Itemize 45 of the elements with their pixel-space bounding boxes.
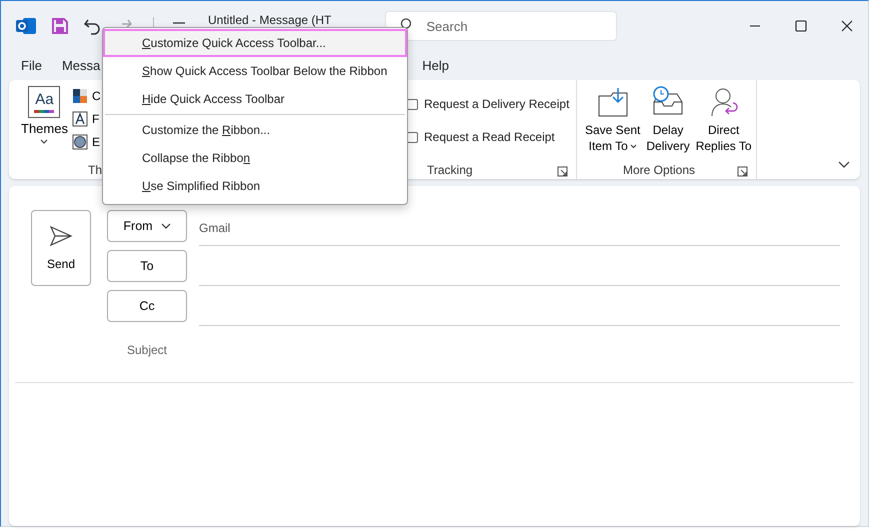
menu-item[interactable]: Use Simplified Ribbon	[103, 172, 407, 200]
theme-icon: Aa	[28, 86, 60, 118]
close-icon[interactable]	[840, 19, 854, 33]
ribbon-button[interactable]: Save Sent Item To	[583, 84, 642, 163]
chevron-down-icon[interactable]	[838, 161, 850, 169]
ribbon-button[interactable]: Direct Replies To	[694, 84, 754, 163]
send-button[interactable]: Send	[31, 210, 91, 286]
caret-icon	[40, 139, 48, 145]
window-title: Untitled - Message (HT	[208, 13, 332, 27]
ribbon-item[interactable]: F	[72, 111, 101, 127]
ribbon-item[interactable]: E	[72, 134, 101, 150]
font-icon	[72, 111, 88, 127]
checkbox-label[interactable]: Request a Delivery Receipt	[424, 97, 570, 111]
themes-button[interactable]: Aa Themes	[17, 84, 72, 163]
ribbon-button[interactable]: Delay Delivery	[644, 84, 692, 163]
circle-icon	[72, 134, 88, 150]
folder-arrow-icon	[596, 86, 630, 118]
group-label: More Options	[623, 163, 696, 177]
checkbox[interactable]	[407, 132, 418, 142]
menu-item[interactable]: Hide Quick Access Toolbar	[103, 85, 407, 113]
caret-icon	[160, 223, 171, 229]
send-icon	[49, 225, 73, 247]
group-label: Tracking	[427, 163, 473, 177]
checkbox-label[interactable]: Request a Read Receipt	[424, 130, 555, 144]
checkbox[interactable]	[407, 98, 418, 110]
ribbon-tab[interactable]: Help	[416, 58, 455, 72]
dialog-launcher-icon[interactable]	[557, 166, 568, 176]
menu-item[interactable]: Collapse the Ribbon	[103, 144, 407, 172]
cc-button[interactable]: Cc	[107, 290, 187, 322]
from-value: Gmail	[199, 220, 230, 234]
ribbon-item[interactable]: C	[72, 88, 101, 104]
menu-item[interactable]: Customize Quick Access Toolbar...	[103, 29, 407, 57]
save-icon[interactable]	[51, 17, 69, 35]
search-field[interactable]: Search	[385, 11, 618, 41]
dialog-launcher-icon[interactable]	[737, 166, 748, 176]
ribbon-tab[interactable]: File	[15, 58, 48, 72]
mail-app-icon[interactable]	[15, 16, 37, 36]
to-button[interactable]: To	[107, 250, 187, 282]
group-label: Th	[87, 163, 101, 177]
maximize-icon[interactable]	[794, 19, 808, 33]
menu-item[interactable]: Customize the Ribbon...	[103, 116, 407, 144]
subject-label: Subject	[126, 342, 168, 359]
color-grid-icon	[72, 88, 88, 104]
undo-icon[interactable]	[83, 17, 101, 35]
from-button[interactable]: From	[107, 210, 187, 242]
